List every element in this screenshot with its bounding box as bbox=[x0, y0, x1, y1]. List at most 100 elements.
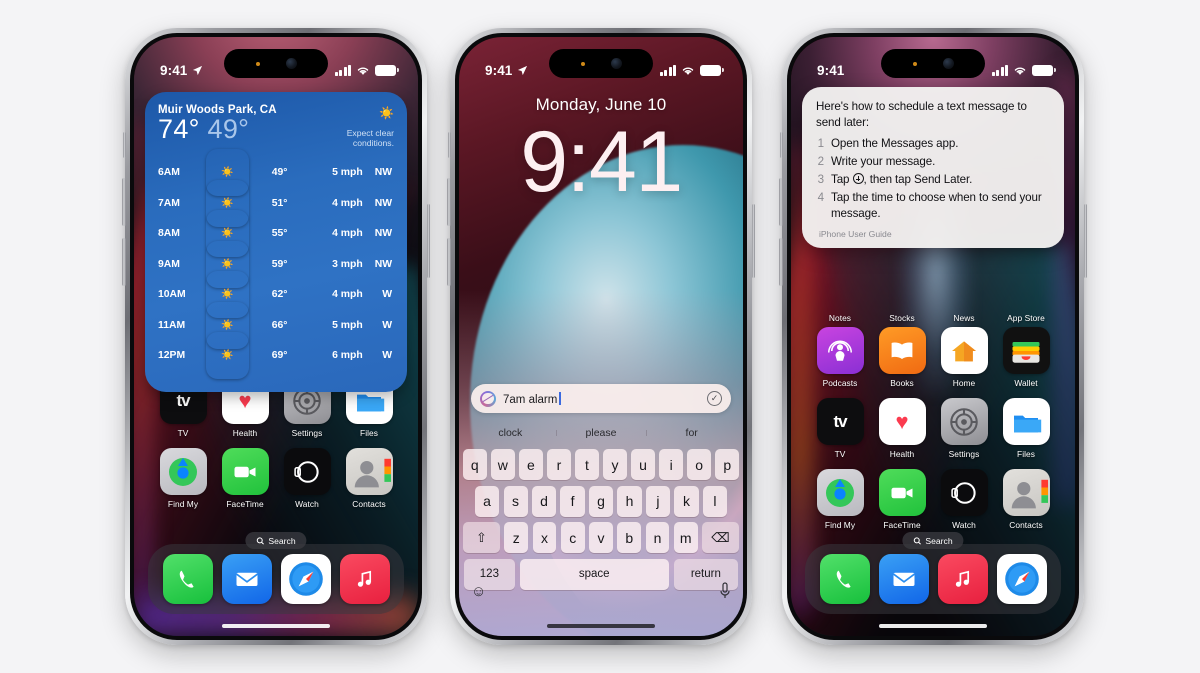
watch-icon bbox=[940, 469, 988, 516]
app-icon-find-my[interactable]: Find My bbox=[809, 469, 871, 530]
app-icon-find-my[interactable]: Find My bbox=[152, 448, 214, 509]
volume-up-button[interactable] bbox=[779, 178, 783, 226]
power-button[interactable] bbox=[751, 204, 755, 278]
volume-up-button[interactable] bbox=[447, 178, 451, 226]
safari-icon[interactable] bbox=[280, 554, 331, 604]
volume-down-button[interactable] bbox=[122, 238, 126, 286]
text-input-value: 7am alarm bbox=[503, 391, 561, 406]
music-icon[interactable] bbox=[937, 554, 988, 604]
weather-direction: NW bbox=[374, 167, 392, 179]
key-g[interactable]: g bbox=[588, 485, 614, 517]
mail-icon[interactable] bbox=[221, 554, 272, 604]
key-j[interactable]: j bbox=[645, 485, 671, 517]
mail-icon[interactable] bbox=[878, 554, 929, 604]
key-x[interactable]: x bbox=[532, 522, 557, 553]
shift-icon[interactable]: ⇧ bbox=[463, 522, 500, 553]
power-button[interactable] bbox=[1083, 204, 1087, 278]
key-s[interactable]: s bbox=[503, 485, 528, 517]
text-input-field[interactable]: 7am alarm ✓ bbox=[471, 384, 731, 413]
app-label: Files bbox=[360, 428, 378, 438]
key-y[interactable]: y bbox=[603, 449, 627, 480]
backspace-icon[interactable]: ⌫ bbox=[702, 522, 739, 553]
home-indicator[interactable] bbox=[547, 623, 655, 628]
siri-answer-card[interactable]: Here's how to schedule a text message to… bbox=[802, 87, 1064, 249]
suggestion-item[interactable]: for bbox=[646, 427, 737, 439]
key-z[interactable]: z bbox=[504, 522, 529, 553]
key-i[interactable]: i bbox=[659, 449, 683, 480]
key-t[interactable]: t bbox=[575, 449, 599, 480]
suggestion-item[interactable]: clock bbox=[465, 427, 556, 439]
weather-temp: 66° bbox=[271, 319, 288, 331]
microphone-icon[interactable] bbox=[719, 582, 731, 600]
app-label: Health bbox=[232, 428, 258, 438]
key-c[interactable]: c bbox=[560, 522, 585, 553]
phone-icon[interactable] bbox=[162, 554, 213, 604]
key-f[interactable]: f bbox=[560, 485, 585, 517]
app-icon-home[interactable]: Home bbox=[933, 327, 995, 388]
key-b[interactable]: b bbox=[617, 522, 642, 553]
home-indicator[interactable] bbox=[222, 623, 330, 628]
key-l[interactable]: l bbox=[702, 485, 727, 517]
app-icon-watch[interactable]: Watch bbox=[276, 448, 338, 509]
volume-down-button[interactable] bbox=[779, 238, 783, 286]
emoji-icon[interactable]: ☺ bbox=[471, 583, 486, 600]
step-text: Tap , then tap Send Later. bbox=[831, 173, 973, 187]
volume-down-button[interactable] bbox=[447, 238, 451, 286]
key-o[interactable]: o bbox=[687, 449, 711, 480]
battery-icon bbox=[375, 64, 399, 76]
key-k[interactable]: k bbox=[674, 485, 699, 517]
music-icon[interactable] bbox=[339, 554, 390, 604]
safari-icon[interactable] bbox=[996, 554, 1047, 604]
app-icon-contacts[interactable]: Contacts bbox=[995, 469, 1057, 530]
siri-source[interactable]: iPhone User Guide bbox=[816, 229, 1050, 239]
key-n[interactable]: n bbox=[645, 522, 670, 553]
find-my-icon bbox=[159, 448, 207, 495]
key-e[interactable]: e bbox=[519, 449, 543, 480]
app-icon-files[interactable]: Files bbox=[995, 398, 1057, 459]
key-p[interactable]: p bbox=[715, 449, 740, 480]
checkmark-circle-icon[interactable]: ✓ bbox=[707, 391, 722, 406]
phone-left: 9:41 Muir Woods Park, CA 74° 49° ☀️ Expe… bbox=[122, 28, 430, 645]
key-q[interactable]: q bbox=[462, 449, 487, 480]
key-d[interactable]: d bbox=[531, 485, 557, 517]
weather-direction: W bbox=[382, 350, 392, 362]
silent-switch[interactable] bbox=[779, 132, 783, 158]
app-icon-facetime[interactable]: FaceTime bbox=[871, 469, 933, 530]
app-icon-wallet[interactable]: Wallet bbox=[995, 327, 1057, 388]
silent-switch[interactable] bbox=[447, 132, 451, 158]
app-icon-watch[interactable]: Watch bbox=[933, 469, 995, 530]
app-icon-tv[interactable]: tv TV bbox=[809, 398, 871, 459]
key-w[interactable]: w bbox=[491, 449, 515, 480]
suggestion-bar: clock please for bbox=[465, 422, 737, 444]
home-indicator[interactable] bbox=[879, 623, 987, 628]
key-v[interactable]: v bbox=[589, 522, 613, 553]
phone-icon[interactable] bbox=[819, 554, 870, 604]
app-grid: Podcasts Books Home Wallet tv TV ♥ Healt… bbox=[791, 327, 1075, 530]
app-icon-contacts[interactable]: Contacts bbox=[338, 448, 400, 509]
key-m[interactable]: m bbox=[673, 522, 698, 553]
app-icon-facetime[interactable]: FaceTime bbox=[214, 448, 276, 509]
app-icon-health[interactable]: ♥ Health bbox=[871, 398, 933, 459]
app-icon-settings[interactable]: Settings bbox=[933, 398, 995, 459]
weather-high: 74° bbox=[158, 114, 200, 144]
suggestion-item[interactable]: please bbox=[555, 427, 647, 439]
siri-steps: 1 Open the Messages app. 2 Write your me… bbox=[816, 136, 1050, 222]
books-icon bbox=[878, 327, 926, 374]
dynamic-island bbox=[549, 49, 653, 78]
contacts-icon bbox=[1002, 469, 1050, 516]
siri-headline: Here's how to schedule a text message to… bbox=[816, 100, 1027, 129]
silent-switch[interactable] bbox=[122, 132, 126, 158]
keyboard-bottom-bar: ☺ bbox=[471, 582, 731, 600]
key-r[interactable]: r bbox=[547, 449, 571, 480]
keyboard: q w e r t y u i o p a s d f g h j k l ⇧ … bbox=[462, 449, 740, 595]
app-icon-podcasts[interactable]: Podcasts bbox=[809, 327, 871, 388]
power-button[interactable] bbox=[426, 204, 430, 278]
app-icon-books[interactable]: Books bbox=[871, 327, 933, 388]
files-icon bbox=[1002, 398, 1050, 445]
key-u[interactable]: u bbox=[631, 449, 655, 480]
key-a[interactable]: a bbox=[475, 485, 500, 517]
volume-up-button[interactable] bbox=[122, 178, 126, 226]
find-my-icon bbox=[816, 469, 864, 516]
key-h[interactable]: h bbox=[617, 485, 642, 517]
weather-widget[interactable]: Muir Woods Park, CA 74° 49° ☀️ Expect cl… bbox=[145, 92, 407, 392]
